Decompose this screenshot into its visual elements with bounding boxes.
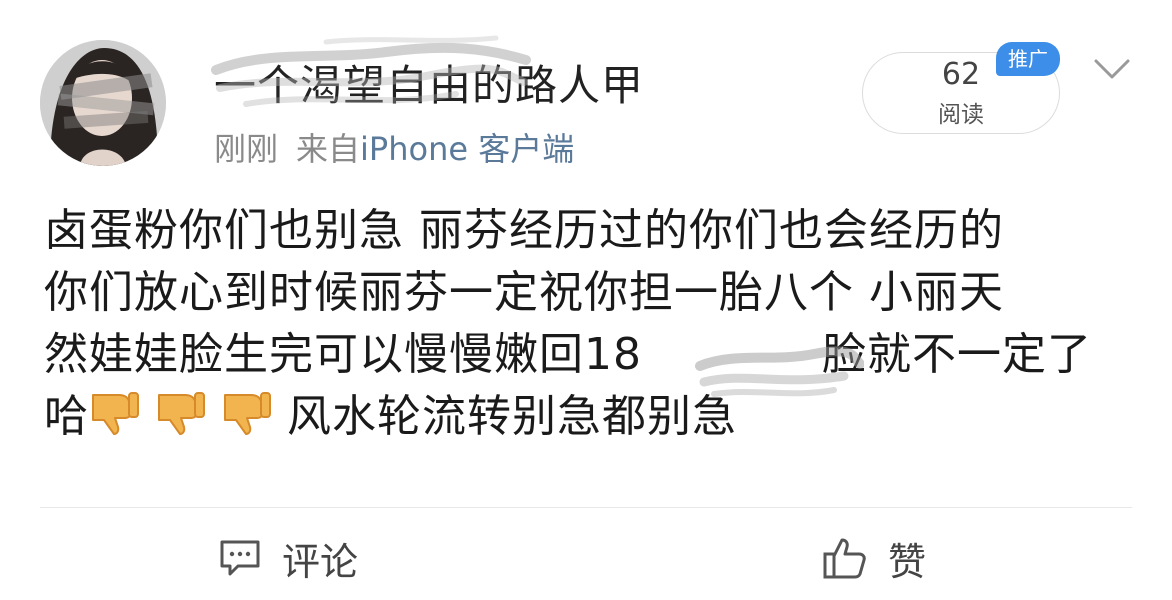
divider [40, 507, 1132, 508]
post-text-segment: 然娃娃脸生完可以慢慢嫩回18 [44, 329, 642, 380]
post-text-segment: 哈 [44, 391, 89, 442]
post-text-line: 你们放心到时候丽芬一定祝你担一胎八个 小丽天 [44, 267, 1004, 318]
like-label: 赞 [888, 539, 927, 584]
thumbs-down-icon [224, 392, 271, 435]
read-label: 阅读 [938, 102, 984, 128]
timestamp: 刚刚 [214, 130, 279, 168]
post-text-segment: 风水轮流转别急都别急 [287, 391, 737, 442]
source-prefix: 来自 [296, 130, 361, 168]
like-button[interactable]: 赞 [822, 528, 926, 588]
post-text-segment: 脸就不一定了 [822, 329, 1092, 380]
comment-button[interactable]: 评论 [218, 528, 358, 588]
promo-badge[interactable]: 推广 [996, 42, 1060, 76]
comment-icon [220, 540, 260, 576]
source-link[interactable]: iPhone 客户端 [360, 130, 574, 168]
thumbs-up-icon [823, 538, 866, 579]
post-body: 卤蛋粉你们也别急 丽芬经历过的你们也会经历的 你们放心到时候丽芬一定祝你担一胎八… [44, 200, 1124, 448]
avatar[interactable] [40, 40, 166, 166]
thumbs-down-icon [158, 392, 205, 435]
avatar-image [40, 40, 166, 166]
comment-label: 评论 [282, 539, 359, 584]
thumbs-down-icon [92, 392, 139, 435]
post-meta: 刚刚 来自iPhone 客户端 [214, 124, 574, 170]
weibo-post-card: 一个渴望自由的路人甲 刚刚 来自iPhone 客户端 62 阅读 推广 卤蛋粉你们… [0, 0, 1172, 600]
author-name[interactable]: 一个渴望自由的路人甲 [214, 52, 644, 113]
post-text-line: 哈 风水轮流转别急都别急 [44, 386, 1124, 448]
post-text-line: 然娃娃脸生完可以慢慢嫩回18 脸就不一定了 [44, 324, 1124, 386]
chevron-down-icon[interactable] [1092, 56, 1132, 82]
post-text-line: 卤蛋粉你们也别急 丽芬经历过的你们也会经历的 [44, 205, 1004, 256]
